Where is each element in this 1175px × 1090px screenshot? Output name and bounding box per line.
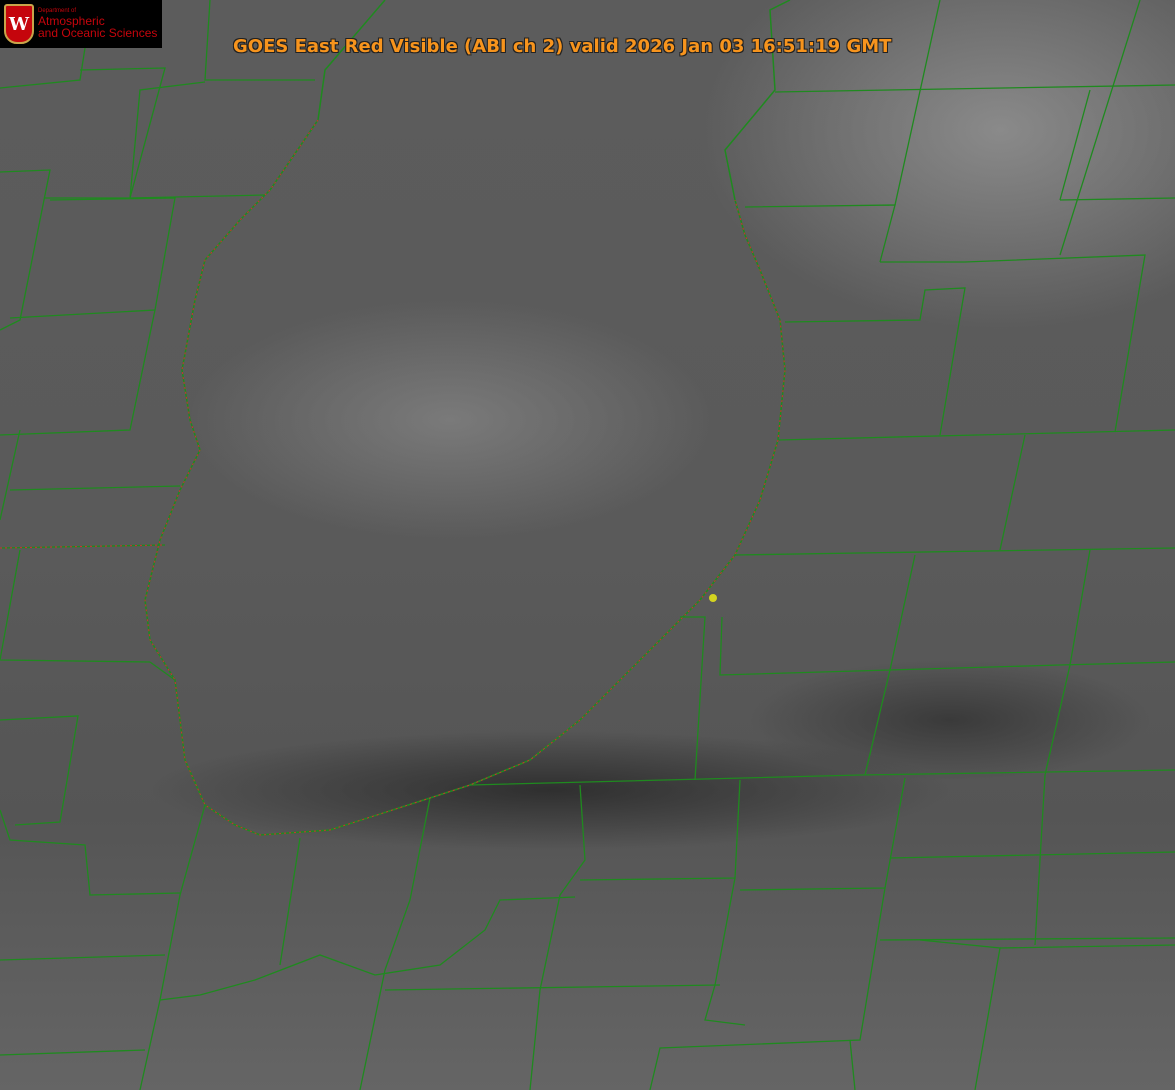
map-overlay	[0, 0, 1175, 1090]
image-title: GOES East Red Visible (ABI ch 2) valid 2…	[233, 36, 892, 57]
satellite-image: W Department of Atmospheric and Oceanic …	[0, 0, 1175, 1090]
uw-aos-logo: W Department of Atmospheric and Oceanic …	[0, 0, 162, 48]
location-marker	[709, 594, 717, 602]
lake-michigan-shoreline	[144, 0, 791, 836]
uw-shield-icon: W	[4, 4, 34, 44]
logo-oceanic: and Oceanic Sciences	[38, 26, 158, 41]
county-boundaries	[0, 0, 1175, 1090]
